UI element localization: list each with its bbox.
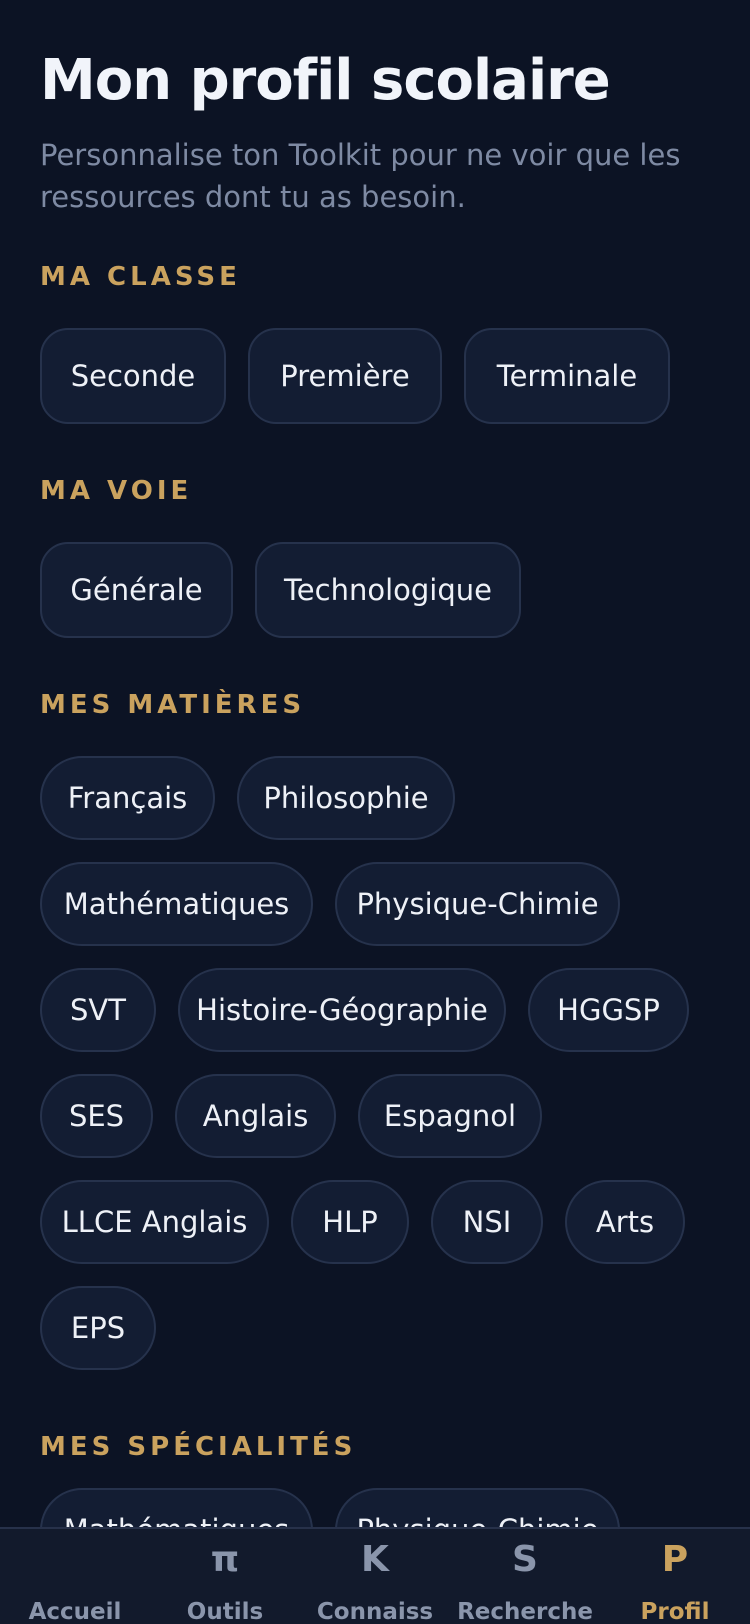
subject-anglais[interactable]: Anglais xyxy=(175,1074,336,1158)
subject-histoire-geographie[interactable]: Histoire-Géographie xyxy=(178,968,506,1052)
section-label-specialites: MES SPÉCIALITÉS xyxy=(40,1432,357,1462)
subject-nsi[interactable]: NSI xyxy=(431,1180,543,1264)
subject-philosophie[interactable]: Philosophie xyxy=(237,756,455,840)
matieres-row-4: SES Anglais Espagnol xyxy=(40,1074,564,1158)
subject-arts[interactable]: Arts xyxy=(565,1180,685,1264)
subject-francais[interactable]: Français xyxy=(40,756,215,840)
nav-label-connaissances: Connaiss xyxy=(316,1599,434,1624)
class-option-seconde[interactable]: Seconde xyxy=(40,328,226,424)
pi-icon: π xyxy=(210,1539,240,1580)
nav-item-profil[interactable]: P Profil xyxy=(600,1529,750,1624)
subject-mathematiques[interactable]: Mathématiques xyxy=(40,862,313,946)
page-title: Mon profil scolaire xyxy=(40,48,611,113)
matieres-row-2: Mathématiques Physique-Chimie xyxy=(40,862,642,946)
class-option-terminale[interactable]: Terminale xyxy=(464,328,670,424)
matieres-row-5: LLCE Anglais HLP NSI Arts xyxy=(40,1180,707,1264)
profile-screen: Mon profil scolaire Personnalise ton Too… xyxy=(0,0,750,1624)
nav-item-recherche[interactable]: S Recherche xyxy=(450,1529,600,1624)
nav-label-accueil: Accueil xyxy=(28,1599,122,1624)
subject-physique-chimie[interactable]: Physique-Chimie xyxy=(335,862,620,946)
nav-item-accueil[interactable]: Accueil xyxy=(0,1529,150,1624)
section-label-classe: MA CLASSE xyxy=(40,262,241,292)
page-subtitle: Personnalise ton Toolkit pour ne voir qu… xyxy=(40,138,681,214)
matieres-row-1: Français Philosophie xyxy=(40,756,477,840)
nav-label-outils: Outils xyxy=(186,1599,264,1624)
nav-item-outils[interactable]: π Outils xyxy=(150,1529,300,1624)
nav-label-profil: Profil xyxy=(640,1599,710,1624)
s-letter-icon: S xyxy=(512,1539,538,1580)
matieres-row-3: SVT Histoire-Géographie HGGSP xyxy=(40,968,711,1052)
class-option-premiere[interactable]: Première xyxy=(248,328,442,424)
voie-options: Générale Technologique xyxy=(40,542,543,638)
matieres-row-6: EPS xyxy=(40,1286,178,1370)
subject-hggsp[interactable]: HGGSP xyxy=(528,968,689,1052)
k-letter-icon: K xyxy=(361,1539,389,1580)
nav-label-recherche: Recherche xyxy=(457,1599,593,1624)
subject-espagnol[interactable]: Espagnol xyxy=(358,1074,542,1158)
subject-svt[interactable]: SVT xyxy=(40,968,156,1052)
subject-eps[interactable]: EPS xyxy=(40,1286,156,1370)
voie-option-technologique[interactable]: Technologique xyxy=(255,542,521,638)
subject-llce-anglais[interactable]: LLCE Anglais xyxy=(40,1180,269,1264)
voie-option-generale[interactable]: Générale xyxy=(40,542,233,638)
bottom-nav: Accueil π Outils K Connaiss S Recherche … xyxy=(0,1527,750,1624)
p-letter-icon: P xyxy=(661,1539,689,1580)
subject-ses[interactable]: SES xyxy=(40,1074,153,1158)
classe-options: Seconde Première Terminale xyxy=(40,328,692,424)
nav-item-connaissances[interactable]: K Connaiss xyxy=(300,1529,450,1624)
section-label-matieres: MES MATIÈRES xyxy=(40,690,306,720)
section-label-voie: MA VOIE xyxy=(40,476,193,506)
subject-hlp[interactable]: HLP xyxy=(291,1180,409,1264)
